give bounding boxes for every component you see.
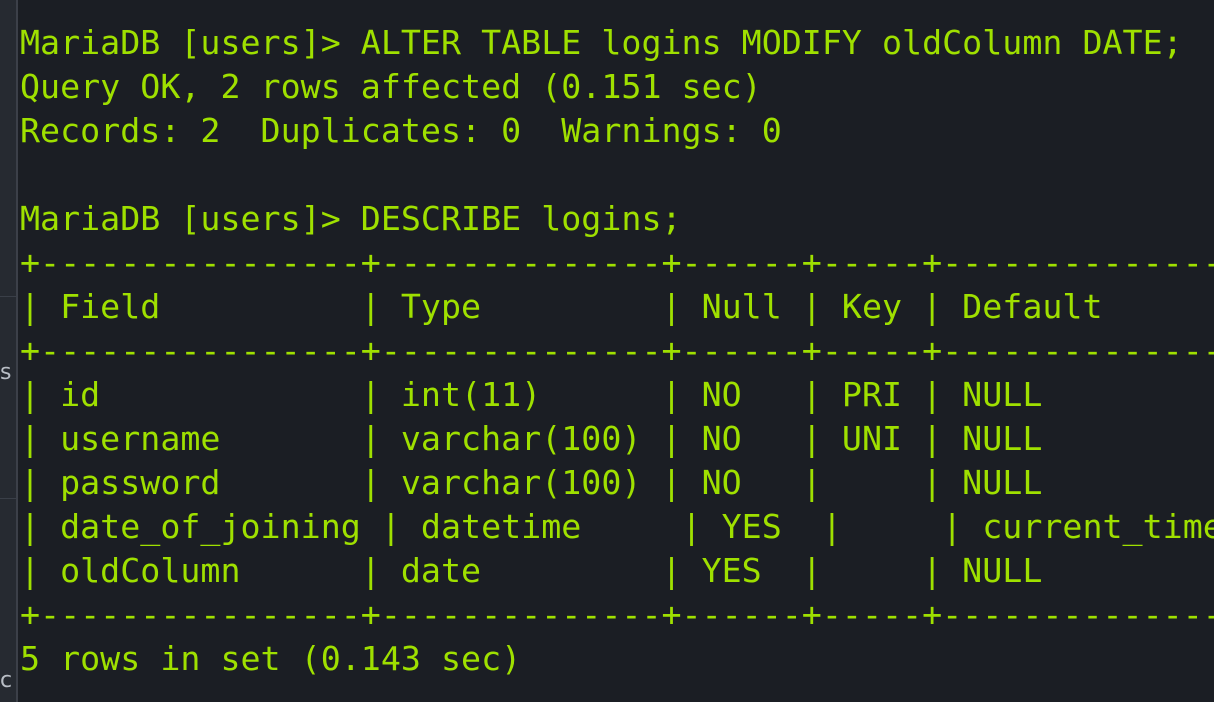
table-border-line: +----------------+--------------+------+…	[20, 331, 1214, 370]
table-row: | id | int(11) | NO | PRI | NULL	[20, 375, 1043, 414]
table-row: | oldColumn | date | YES | | NULL	[20, 551, 1043, 590]
output-line: 5 rows in set (0.143 sec)	[20, 639, 522, 678]
panel-divider	[0, 296, 16, 297]
output-line: Query OK, 2 rows affected (0.151 sec)	[20, 67, 762, 106]
prompt-command-line: MariaDB [users]> DESCRIBE logins;	[20, 199, 682, 238]
panel-divider	[0, 498, 16, 499]
table-row: | date_of_joining | datetime | YES | | c…	[20, 507, 1214, 546]
terminal-output: MariaDB [users]> ALTER TABLE logins MODI…	[20, 21, 1214, 681]
terminal-window[interactable]: MariaDB [users]> ALTER TABLE logins MODI…	[18, 0, 1214, 702]
table-header-row: | Field | Type | Null | Key | Default	[20, 287, 1103, 326]
output-line: Records: 2 Duplicates: 0 Warnings: 0	[20, 111, 782, 150]
background-window-edge: s c	[0, 0, 16, 702]
table-row: | password | varchar(100) | NO | | NULL	[20, 463, 1043, 502]
prompt-command-line: MariaDB [users]> ALTER TABLE logins MODI…	[20, 23, 1183, 62]
table-border-line: +----------------+--------------+------+…	[20, 243, 1214, 282]
table-border-line: +----------------+--------------+------+…	[20, 595, 1214, 634]
clipped-text-fragment: s	[0, 360, 12, 385]
table-row: | username | varchar(100) | NO | UNI | N…	[20, 419, 1043, 458]
clipped-text-fragment: c	[0, 668, 13, 693]
